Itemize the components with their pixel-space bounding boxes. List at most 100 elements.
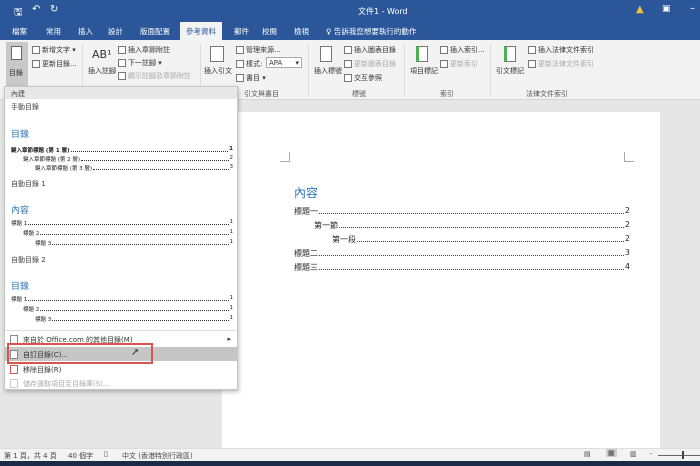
warning-icon[interactable]: ▲ [636, 4, 644, 15]
toc-entry[interactable]: 第一節 2 [314, 220, 630, 231]
group-label-citations: 引文與書目 [244, 90, 279, 98]
tab-insert[interactable]: 插入 [78, 26, 93, 37]
lightbulb-icon: ♀ [326, 27, 334, 36]
document-page[interactable]: 內容 標題一 2 第一節 2 第一段 2 標題二 3 標題三 4 [222, 112, 660, 448]
tab-mailings[interactable]: 郵件 [234, 26, 249, 37]
style-icon [236, 60, 244, 68]
redo-icon[interactable]: ↻ [50, 4, 58, 15]
save-icon[interactable]: 🖫 [14, 5, 23, 22]
show-notes-icon [118, 72, 126, 80]
toc-heading: 內容 [294, 186, 319, 200]
toc-dropdown-menu: 內建 手動目錄 目錄 鍵入章節標題 (第 1 層) 1 鍵入章節標題 (第 2 層… [4, 86, 238, 390]
update-authorities-button[interactable]: 更新法律文件索引 [528, 59, 594, 69]
remove-toc-icon [10, 365, 18, 374]
margin-corner [280, 152, 290, 162]
update-table-button[interactable]: 更新圖表目錄 [344, 59, 396, 69]
mark-citation-button[interactable]: 引文標記 [496, 66, 524, 76]
cross-reference-button[interactable]: 交互參照 [344, 73, 382, 83]
ribbon-tabs: 檔案 常用 插入 設計 版面配置 參考資料 郵件 校閱 檢視 ♀ 告訴我您想要執… [0, 22, 700, 40]
group-label-authorities: 法律文件索引 [526, 90, 568, 98]
divider [404, 44, 405, 96]
next-footnote-button[interactable]: 下一註腳 ▾ [118, 58, 162, 68]
manage-sources-button[interactable]: 管理來源... [236, 45, 281, 55]
add-text-button[interactable]: 新增文字 ▾ [32, 45, 76, 55]
mark-entry-button[interactable]: 項目標記 [410, 66, 438, 76]
zoom-slider[interactable] [658, 455, 700, 456]
bibliography-icon [236, 74, 244, 82]
margin-corner [624, 152, 634, 162]
insert-citation-button[interactable]: 插入引文 [204, 66, 232, 76]
style-label: 樣式: [236, 59, 262, 69]
update-table-icon [344, 60, 352, 68]
manual-toc-label: 手動目錄 [11, 103, 39, 111]
tab-references[interactable]: 參考資料 [180, 22, 222, 40]
auto-toc-2-label: 自動目錄 2 [11, 256, 46, 264]
insert-caption-icon [320, 46, 332, 62]
ribbon-display-icon[interactable]: ▣ [662, 4, 671, 14]
mark-citation-icon [504, 46, 516, 62]
update-authorities-icon [528, 60, 536, 68]
gallery-item-auto-toc-2[interactable]: 目錄 標題 11 標題 21 標題 31 [5, 267, 237, 325]
divider [490, 44, 491, 96]
undo-icon[interactable]: ↶ [32, 4, 40, 15]
tab-review[interactable]: 校閱 [262, 26, 277, 37]
menu-item-remove-toc[interactable]: 移除目錄(R) [5, 362, 237, 376]
next-footnote-icon [118, 59, 126, 67]
endnote-icon [118, 46, 126, 54]
submenu-arrow-icon: ▸ [227, 335, 231, 343]
tab-file[interactable]: 檔案 [12, 26, 27, 37]
toc-entry[interactable]: 標題一 2 [294, 206, 630, 217]
group-label-index: 索引 [440, 90, 454, 98]
divider [5, 330, 237, 331]
menu-item-save-selection[interactable]: 儲存選取項目至目錄庫(S)... [5, 376, 237, 390]
update-index-button[interactable]: 更新索引 [440, 59, 478, 69]
toc-entry[interactable]: 標題二 3 [294, 248, 630, 259]
tab-home[interactable]: 常用 [46, 26, 61, 37]
zoom-slider-thumb[interactable] [682, 451, 684, 459]
update-index-icon [440, 60, 448, 68]
toc-entry[interactable]: 標題三 4 [294, 262, 630, 273]
language[interactable]: 中文 (香港特別行政區) [122, 451, 193, 461]
title-bar: 🖫 ↶ ↻ 文件1 - Word ▲ ▣ – [0, 0, 700, 22]
read-mode-icon[interactable]: ▤ [584, 450, 591, 458]
auto-toc-1-label: 自動目錄 1 [11, 180, 46, 188]
tab-view[interactable]: 檢視 [294, 26, 309, 37]
word-count[interactable]: 40 個字 [68, 451, 93, 461]
tell-me-box[interactable]: ♀ 告訴我您想要執行的動作 [326, 26, 416, 37]
window-title: 文件1 - Word [358, 7, 408, 16]
tab-design[interactable]: 設計 [108, 26, 123, 37]
insert-authorities-button[interactable]: 插入法律文件索引 [528, 45, 594, 55]
gallery-item-manual-toc[interactable]: 目錄 鍵入章節標題 (第 1 層) 1 鍵入章節標題 (第 2 層) 2 鍵入章節標… [5, 113, 237, 175]
toc-entry[interactable]: 第一段 2 [332, 234, 630, 245]
tab-layout[interactable]: 版面配置 [140, 26, 170, 37]
update-toc-button[interactable]: 更新目錄... [32, 59, 77, 69]
zoom-out-button[interactable]: - [650, 450, 653, 458]
insert-footnote-button[interactable]: 插入註腳 [88, 66, 116, 76]
group-label-captions: 標號 [352, 90, 366, 98]
proofing-icon[interactable]: ▯ [104, 450, 108, 458]
save-selection-icon [10, 379, 18, 388]
update-icon [32, 60, 40, 68]
toc-icon [11, 46, 22, 60]
insert-citation-icon [210, 46, 224, 62]
status-bar: 第 1 頁，共 4 頁 40 個字 ▯ 中文 (香港特別行政區) ▤ ▦ ▥ - [0, 448, 700, 461]
insert-endnote-button[interactable]: 插入章節附註 [118, 45, 170, 55]
insert-caption-button[interactable]: 插入標號 [314, 66, 342, 76]
footnote-icon: AB¹ [92, 48, 112, 61]
show-notes-button[interactable]: 顯示註腳及章節附註 [118, 71, 191, 81]
style-dropdown[interactable]: APA ▾ [266, 57, 302, 68]
print-layout-icon[interactable]: ▦ [606, 449, 617, 457]
gallery-item-auto-toc-1[interactable]: 內容 標題 11 標題 21 標題 31 [5, 191, 237, 249]
insert-index-button[interactable]: 插入索引... [440, 45, 485, 55]
web-layout-icon[interactable]: ▥ [630, 450, 637, 458]
insert-table-of-figures-button[interactable]: 插入圖表目錄 [344, 45, 396, 55]
bibliography-button[interactable]: 書目 ▾ [236, 73, 266, 83]
mouse-cursor-icon: ➚ [131, 347, 140, 358]
insert-authorities-icon [528, 46, 536, 54]
toc-button[interactable]: 目錄 [6, 42, 28, 88]
menu-section-header: 內建 [5, 87, 237, 99]
page-count[interactable]: 第 1 頁，共 4 頁 [4, 451, 57, 461]
cross-reference-icon [344, 74, 352, 82]
minimize-icon[interactable]: – [690, 3, 695, 14]
taskbar [0, 461, 700, 466]
